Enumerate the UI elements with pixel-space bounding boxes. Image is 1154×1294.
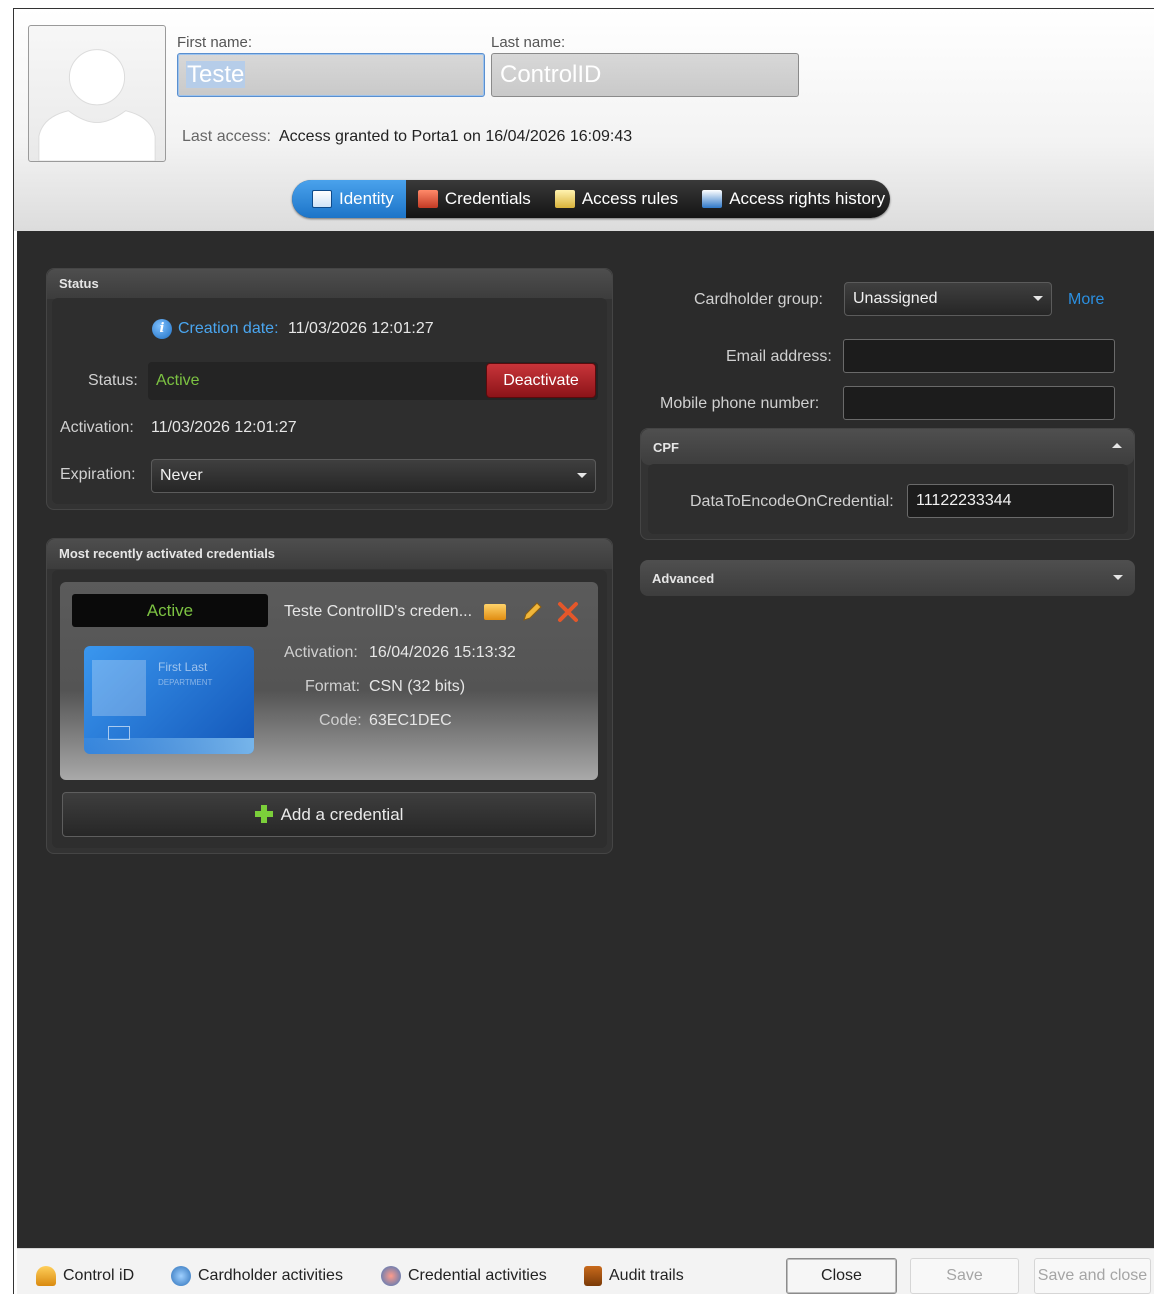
email-field[interactable] [843,339,1115,373]
status-label: Status: [88,372,138,389]
add-credential-button[interactable]: Add a credential [62,792,596,837]
last-name-field[interactable]: ControlID [491,53,799,97]
card-first-last: First Last [158,660,208,674]
tab-identity-label: Identity [339,189,394,208]
credential-status-badge: Active [72,594,268,627]
last-access-label: Last access: [182,128,271,145]
expand-caret-icon [1113,575,1123,580]
tab-credentials-label: Credentials [444,189,531,208]
cpf-field-label: DataToEncodeOnCredential: [690,493,894,510]
card-photo-placeholder [92,660,146,716]
identity-icon [312,190,332,208]
expiration-dropdown[interactable]: Never [151,459,596,493]
credential-activities-icon [381,1266,401,1286]
credential-format-label: Format: [305,678,361,695]
creation-date-label: Creation date: [178,320,279,337]
first-name-value: Teste [186,61,246,88]
control-id-icon [36,1266,56,1286]
control-id-link[interactable]: Control iD [36,1266,134,1286]
expiration-label: Expiration: [60,466,136,483]
credential-activation-value: 16/04/2026 15:13:32 [369,644,516,661]
cardholder-activities-icon [171,1266,191,1286]
mobile-phone-field[interactable] [843,386,1115,420]
credential-format-value: CSN (32 bits) [369,678,466,695]
cardholder-group-label: Cardholder group: [694,291,823,308]
tab-identity[interactable]: Identity [292,180,406,218]
activation-label: Activation: [60,419,134,436]
plus-icon [254,805,273,823]
tab-access-rules[interactable]: Access rules [543,180,690,218]
credential-activities-link[interactable]: Credential activities [381,1266,547,1286]
audit-trails-link[interactable]: Audit trails [584,1266,684,1286]
email-label: Email address: [726,348,832,365]
deactivate-button[interactable]: Deactivate [486,363,596,398]
cardholder-activities-label: Cardholder activities [198,1267,343,1284]
credential-code-value: 63EC1DEC [369,712,452,729]
audit-trails-icon [584,1266,602,1286]
cpf-field[interactable]: 11122233344 [907,484,1114,518]
cardholder-group-dropdown[interactable]: Unassigned [844,282,1052,316]
credential-type-icon [484,604,506,620]
cardholder-avatar[interactable] [28,25,166,162]
info-icon: i [152,319,172,339]
tab-bar: Identity Credentials Access rules Access… [292,180,890,218]
close-button[interactable]: Close [786,1258,897,1294]
first-name-label: First name: [177,34,253,51]
person-silhouette-icon [38,49,156,161]
cardholder-activities-link[interactable]: Cardholder activities [171,1266,343,1286]
credentials-panel-title: Most recently activated credentials [47,539,612,569]
mobile-phone-label: Mobile phone number: [660,395,820,412]
advanced-section-header[interactable]: Advanced [640,560,1135,596]
save-button[interactable]: Save [910,1258,1019,1294]
edit-pencil-icon[interactable] [520,600,544,624]
delete-x-icon[interactable] [556,600,580,624]
credential-card-image: First Last DEPARTMENT [84,646,254,754]
first-name-field[interactable]: Teste [177,53,485,97]
card-department: DEPARTMENT [158,678,213,687]
credential-code-label: Code: [319,712,362,729]
tab-access-rules-label: Access rules [581,189,679,208]
creation-date-value: 11/03/2026 12:01:27 [288,320,434,337]
tab-access-rights-history-label: Access rights history [729,189,886,208]
expiration-value: Never [160,467,203,484]
more-link[interactable]: More [1068,291,1104,309]
last-access-value: Access granted to Porta1 on 16/04/2026 1… [279,128,633,145]
access-history-icon [702,190,723,208]
cardholder-group-value: Unassigned [853,290,938,307]
control-id-label: Control iD [63,1267,135,1284]
tab-credentials[interactable]: Credentials [406,180,543,218]
status-value: Active [156,372,200,389]
last-name-label: Last name: [491,34,566,51]
dropdown-arrow-icon [1033,296,1043,301]
add-credential-label: Add a credential [280,805,404,824]
last-name-value: ControlID [500,61,602,88]
credential-activities-label: Credential activities [408,1267,547,1284]
credentials-icon [417,190,438,208]
credential-name: Teste ControlID's creden... [284,603,473,620]
activation-value: 11/03/2026 12:01:27 [151,419,297,436]
collapse-caret-icon [1112,443,1122,448]
audit-trails-label: Audit trails [609,1267,684,1284]
save-and-close-button[interactable]: Save and close [1034,1258,1151,1294]
cpf-section-title: CPF [653,440,679,455]
advanced-section-title: Advanced [652,571,715,586]
credential-activation-label: Activation: [284,644,358,661]
status-panel-title: Status [47,269,612,299]
cpf-section-header[interactable]: CPF [641,429,1134,465]
tab-access-rights-history[interactable]: Access rights history [690,180,890,218]
dropdown-arrow-icon [577,473,587,478]
access-rules-icon [554,190,575,208]
